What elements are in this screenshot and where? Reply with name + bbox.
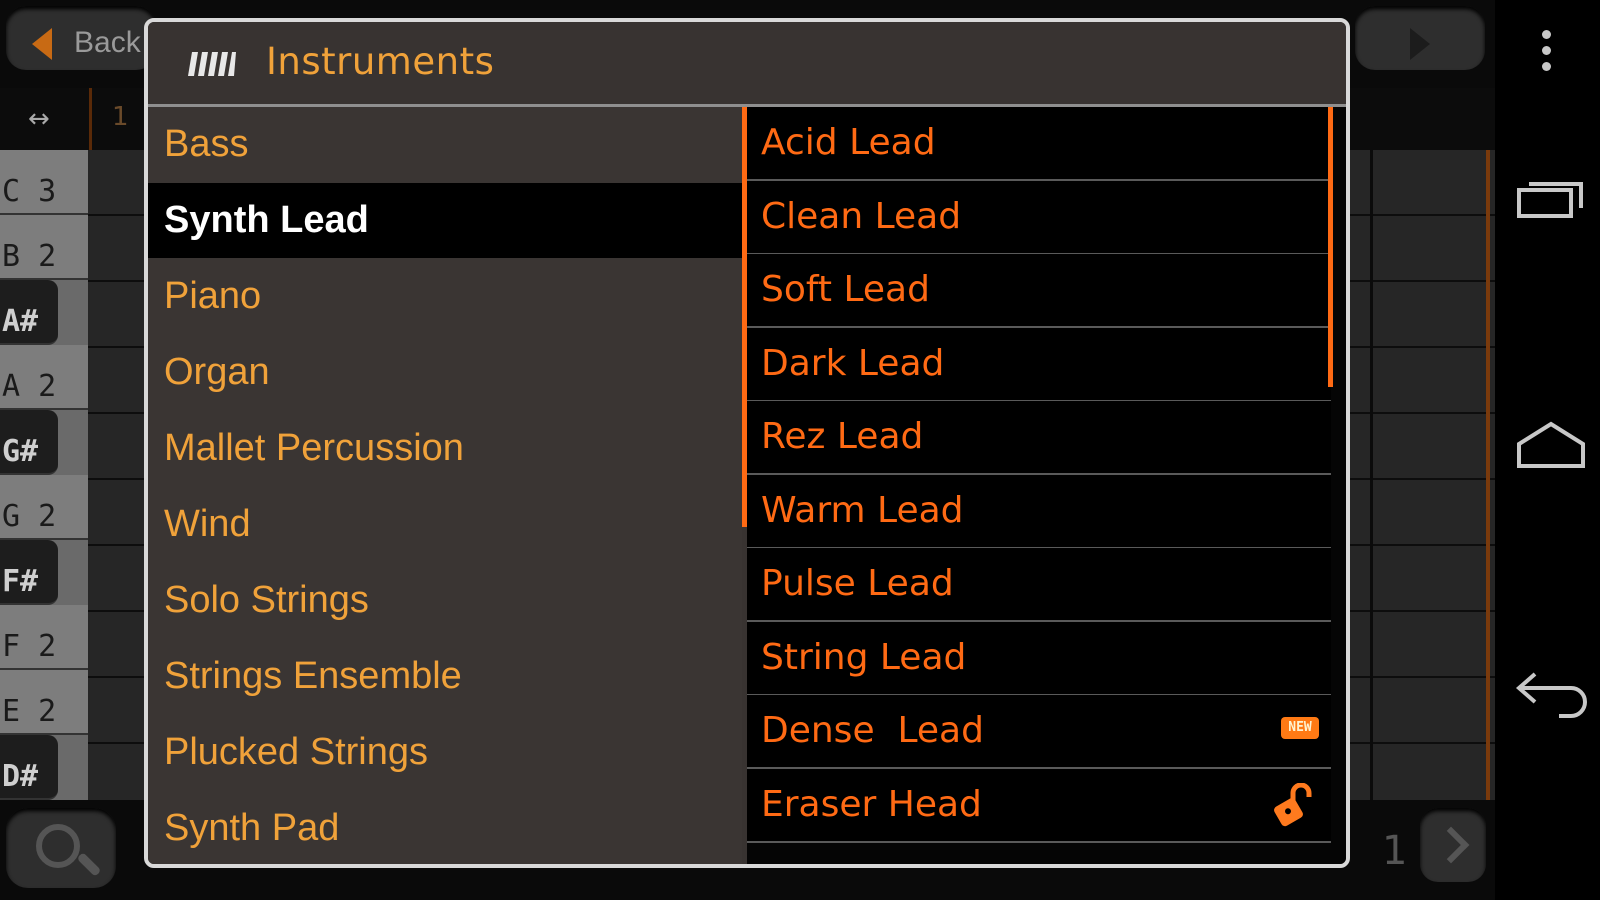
- back-arrow-icon: [32, 28, 52, 60]
- grid-beat-line: [1370, 150, 1373, 800]
- new-badge: NEW: [1281, 717, 1319, 739]
- preset-item[interactable]: Rez Lead: [747, 401, 1331, 475]
- preset-list[interactable]: Acid Lead Clean Lead Soft Lead Dark Lead Rez…: [747, 107, 1346, 864]
- instruments-dialog: Instruments Bass Synth Lead Piano Organ Mall…: [144, 18, 1350, 868]
- category-item[interactable]: Synth Pad: [148, 791, 742, 864]
- preset-scrollbar[interactable]: [1328, 107, 1333, 387]
- forward-arrow-icon: [1410, 28, 1430, 60]
- bar-number: 1: [112, 102, 129, 132]
- piano-key[interactable]: C 3: [0, 150, 88, 215]
- horizontal-resize-icon[interactable]: ↔: [28, 104, 50, 134]
- piano-key[interactable]: G 2: [0, 475, 88, 540]
- category-label: Piano: [164, 275, 262, 317]
- category-label: Bass: [164, 123, 249, 165]
- piano-key[interactable]: F 2: [0, 605, 88, 670]
- preset-item[interactable]: Acid Lead: [747, 107, 1331, 181]
- piano-key[interactable]: D#: [0, 735, 58, 800]
- preset-label: Dense Lead: [761, 710, 984, 751]
- preset-label: Soft Lead: [761, 269, 930, 310]
- piano-key-label: G 2: [2, 499, 57, 534]
- piano-key-label: E 2: [2, 694, 57, 729]
- piano-key-label: D#: [2, 759, 39, 794]
- preset-label: Dark Lead: [761, 342, 945, 384]
- back-button-label: Back: [74, 26, 141, 59]
- piano-key[interactable]: E 2: [0, 670, 88, 735]
- loop-end-marker[interactable]: [1486, 150, 1490, 800]
- category-label: Organ: [164, 351, 270, 393]
- piano-key-label: B 2: [2, 239, 57, 274]
- piano-key-label: C 3: [2, 174, 57, 209]
- overflow-menu-icon[interactable]: [1542, 30, 1552, 72]
- piano-key-label: F#: [2, 564, 39, 599]
- category-label: Plucked Strings: [164, 731, 429, 773]
- home-icon[interactable]: [1515, 420, 1587, 470]
- system-nav-bar: [1495, 0, 1600, 900]
- piano-keys-icon: [188, 52, 236, 76]
- category-item[interactable]: Wind: [148, 487, 742, 562]
- piano-key-label: F 2: [2, 629, 57, 664]
- category-label: Synth Lead: [164, 199, 369, 241]
- piano-keyboard[interactable]: C 3 B 2 A# A 2 G# G 2 F# F 2 E 2 D#: [0, 150, 88, 800]
- piano-key[interactable]: F#: [0, 540, 58, 605]
- ruler-divider: [89, 88, 92, 150]
- preset-item[interactable]: Dense Lead NEW: [747, 695, 1331, 769]
- piano-key[interactable]: G#: [0, 410, 58, 475]
- preset-item[interactable]: Warm Lead: [747, 474, 1331, 549]
- category-item[interactable]: Synth Lead: [148, 183, 742, 258]
- category-item[interactable]: Strings Ensemble: [148, 639, 742, 714]
- back-button[interactable]: Back: [6, 6, 156, 70]
- preset-label: Clean Lead: [761, 195, 962, 237]
- category-item[interactable]: Plucked Strings: [148, 715, 742, 790]
- preset-label: Warm Lead: [761, 489, 964, 531]
- next-page-button[interactable]: [1420, 808, 1486, 882]
- category-item[interactable]: Solo Strings: [148, 563, 742, 638]
- dialog-header: Instruments: [148, 22, 1346, 107]
- category-item[interactable]: Mallet Percussion: [148, 411, 742, 486]
- preset-item[interactable]: String Lead: [747, 621, 1331, 696]
- page-number: 1: [1382, 828, 1408, 874]
- category-list[interactable]: Bass Synth Lead Piano Organ Mallet Percussio…: [148, 107, 742, 864]
- category-label: Mallet Percussion: [164, 427, 464, 469]
- preset-item[interactable]: Clean Lead: [747, 180, 1331, 255]
- preset-item[interactable]: Pulse Lead: [747, 548, 1331, 622]
- piano-key-label: A#: [2, 304, 39, 339]
- category-label: Solo Strings: [164, 579, 369, 621]
- zoom-button[interactable]: [6, 808, 116, 888]
- category-label: Strings Ensemble: [164, 655, 462, 697]
- recent-apps-icon[interactable]: [1517, 176, 1587, 220]
- magnifier-handle: [76, 852, 102, 877]
- piano-key[interactable]: A#: [0, 280, 58, 345]
- preset-item[interactable]: Dark Lead: [747, 327, 1331, 402]
- chevron-right-icon: [1432, 826, 1470, 864]
- back-nav-icon[interactable]: [1513, 668, 1593, 718]
- piano-key-label: A 2: [2, 369, 57, 404]
- preset-label: Eraser Head: [761, 783, 982, 825]
- unlock-icon: [1274, 782, 1312, 826]
- preset-label: Rez Lead: [761, 416, 924, 457]
- piano-key[interactable]: B 2: [0, 215, 88, 280]
- preset-item[interactable]: Eraser Head: [747, 768, 1331, 843]
- category-item[interactable]: Organ: [148, 335, 742, 410]
- piano-key-label: G#: [2, 434, 39, 469]
- forward-button[interactable]: [1355, 6, 1485, 70]
- preset-label: String Lead: [761, 636, 967, 678]
- piano-key[interactable]: A 2: [0, 345, 88, 410]
- dialog-title: Instruments: [266, 40, 495, 83]
- preset-label: Acid Lead: [761, 122, 936, 163]
- category-label: Wind: [164, 503, 251, 545]
- category-item[interactable]: Bass: [148, 107, 742, 182]
- category-item[interactable]: Piano: [148, 259, 742, 334]
- preset-label: Pulse Lead: [761, 563, 954, 604]
- magnifier-icon: [36, 824, 80, 868]
- preset-item[interactable]: Soft Lead: [747, 254, 1331, 328]
- category-label: Synth Pad: [164, 807, 340, 849]
